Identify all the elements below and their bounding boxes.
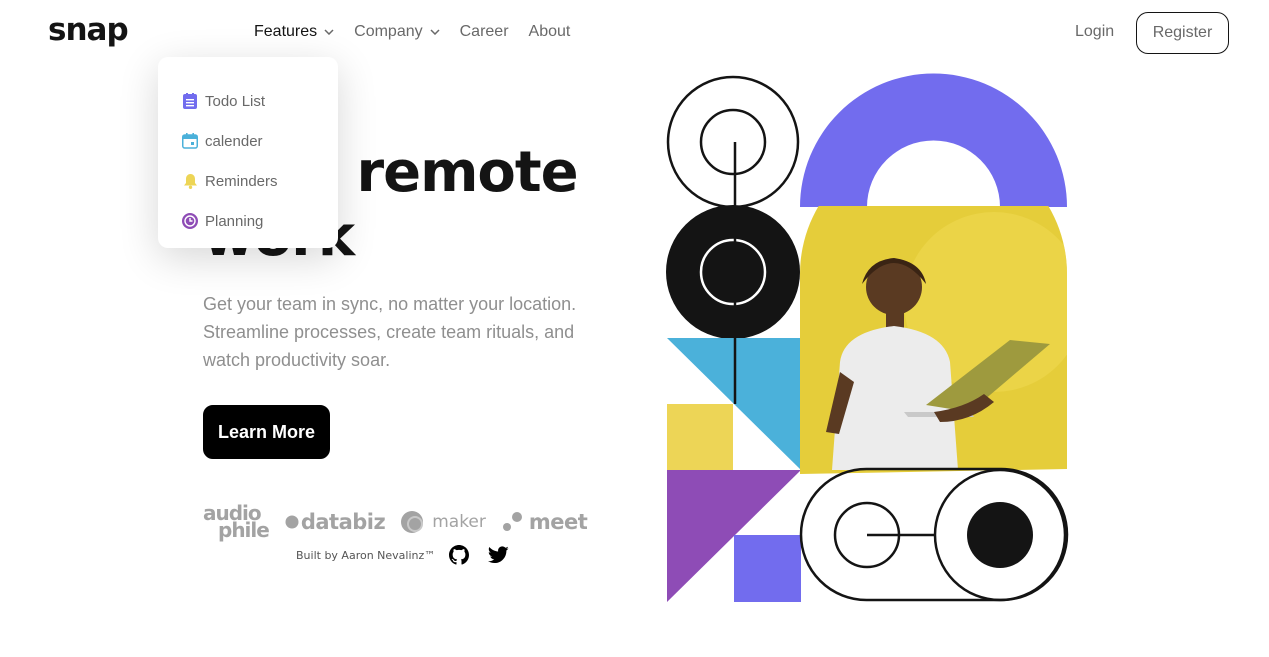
main-nav: Features Company Career About (254, 23, 590, 41)
nav-company-label: Company (354, 23, 423, 40)
deco-black-circle (666, 205, 800, 339)
hero-illustration (666, 73, 1069, 602)
chevron-down-icon (430, 29, 440, 35)
hero-subtitle-line: watch productivity soar. (203, 350, 391, 370)
logo[interactable]: snap (48, 12, 129, 48)
dropdown-item-reminders[interactable]: Reminders (158, 161, 338, 201)
nav-career[interactable]: Career (460, 23, 509, 41)
maker-text: maker (432, 512, 486, 532)
chevron-down-icon (324, 29, 334, 35)
todo-icon (181, 92, 199, 110)
nav-about[interactable]: About (529, 23, 571, 41)
meet-text: meet (528, 510, 588, 534)
github-icon[interactable] (449, 545, 469, 570)
dropdown-item-planning[interactable]: Planning (158, 201, 338, 241)
client-logo-maker: maker (401, 509, 486, 535)
hero-subtitle: Get your team in sync, no matter your lo… (203, 290, 593, 374)
databiz-dot-icon (285, 515, 299, 529)
deco-ring-top-inner (699, 108, 767, 176)
hero-subtitle-line: Get your team in sync, no matter your lo… (203, 294, 577, 314)
databiz-text: databiz (300, 510, 386, 534)
maker-circles-icon (401, 511, 424, 533)
planning-icon (181, 212, 199, 230)
nav-career-label: Career (459, 23, 509, 40)
deco-purple-square (734, 535, 801, 602)
learn-more-button[interactable]: Learn More (203, 405, 330, 459)
login-link[interactable]: Login (1075, 23, 1114, 41)
dropdown-item-label: Todo List (205, 92, 266, 110)
dropdown-item-label: Planning (205, 212, 264, 230)
features-dropdown: Todo List calender Reminders Planning (158, 57, 338, 248)
bell-icon (181, 172, 199, 190)
nav-features[interactable]: Features (254, 23, 334, 41)
deco-purple-arch (800, 73, 1067, 207)
nav-company[interactable]: Company (354, 23, 440, 41)
register-button[interactable]: Register (1136, 12, 1229, 54)
deco-yellow-square (667, 404, 733, 470)
client-logo-meet: meet (502, 510, 588, 534)
dropdown-item-calendar[interactable]: calender (158, 121, 338, 161)
hero-photo (800, 206, 1067, 474)
nav-features-label: Features (254, 23, 318, 40)
dropdown-item-label: Reminders (205, 172, 278, 190)
client-logo-databiz: databiz (285, 510, 386, 534)
hero-subtitle-line: Streamline processes, create team ritual… (203, 322, 575, 342)
dropdown-item-label: calender (205, 132, 263, 150)
calendar-icon (181, 132, 199, 150)
twitter-icon[interactable] (487, 546, 509, 569)
deco-ring-top (666, 75, 800, 209)
dropdown-item-todo-list[interactable]: Todo List (158, 81, 338, 121)
meet-dots-icon (502, 512, 522, 531)
client-logo-audiophile: audio phile (203, 503, 270, 540)
deco-dot-bottom-right (967, 502, 1033, 568)
nav-about-label: About (528, 23, 571, 40)
credit-text: Built by Aaron Nevalinz™ (296, 549, 436, 562)
client-logos: audio phile databiz maker meet (203, 503, 588, 540)
